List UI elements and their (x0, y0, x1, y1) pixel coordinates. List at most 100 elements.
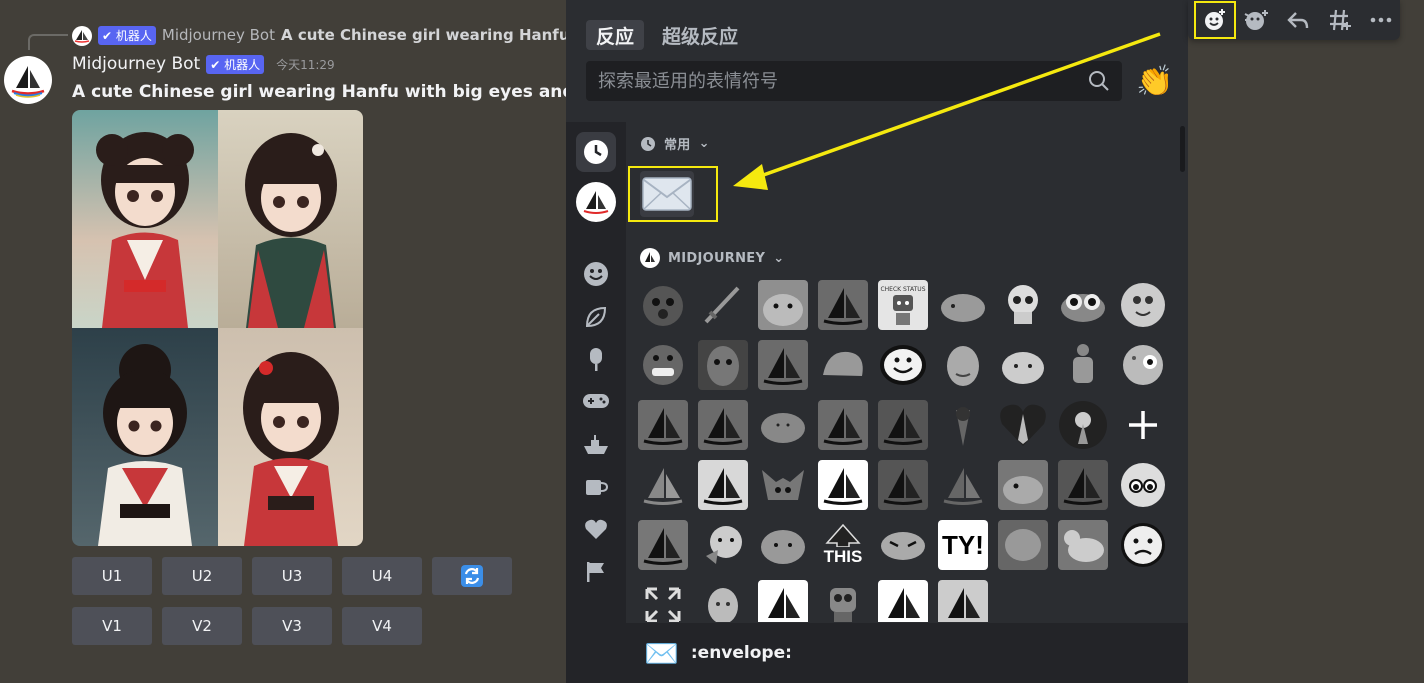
emoji-robot[interactable] (818, 580, 868, 622)
reply-button[interactable] (1279, 3, 1317, 37)
emoji-muscle-man[interactable] (1058, 340, 1108, 390)
emoji-midjourney-boat[interactable] (818, 280, 868, 330)
emoji-midjourney-boat[interactable] (938, 580, 988, 622)
v2-button[interactable]: V2 (162, 607, 242, 645)
emoji-plague-circle[interactable] (1058, 400, 1108, 450)
emoji-frown[interactable] (1118, 520, 1168, 570)
emoji-smile[interactable] (878, 340, 928, 390)
emoji-melting[interactable] (818, 340, 868, 390)
section-frequent[interactable]: 常用 ⌄ (640, 134, 710, 153)
emoji-goose[interactable] (1058, 520, 1108, 570)
midjourney-server-icon (640, 248, 660, 268)
emoji-midjourney-boat[interactable] (818, 400, 868, 450)
u3-button[interactable]: U3 (252, 557, 332, 595)
emoji-check-status[interactable]: CHECK STATUS (878, 280, 928, 330)
emoji-face-dark[interactable] (698, 340, 748, 390)
recent-emoji-envelope[interactable] (628, 166, 718, 222)
emoji-ghost[interactable] (1118, 280, 1168, 330)
reply-author[interactable]: Midjourney Bot (162, 26, 275, 44)
emoji-midjourney-boat[interactable] (878, 460, 928, 510)
midjourney-server-icon[interactable] (576, 182, 616, 222)
emoji-midjourney-boat-light[interactable] (638, 460, 688, 510)
emoji-midjourney-boat[interactable] (758, 580, 808, 622)
tab-super-reactions[interactable]: 超级反应 (652, 20, 748, 50)
u2-button[interactable]: U2 (162, 557, 242, 595)
emoji-midjourney-boat-gray[interactable] (938, 460, 988, 510)
image-tile (217, 328, 363, 546)
emoji-thinking[interactable] (698, 520, 748, 570)
emoji-blob[interactable] (638, 280, 688, 330)
chevron-down-icon: ⌄ (773, 250, 785, 266)
emoji-dog[interactable] (758, 280, 808, 330)
emoji-bat[interactable] (758, 460, 808, 510)
clock-icon[interactable] (576, 132, 616, 172)
emoji-midjourney-boat[interactable] (698, 400, 748, 450)
emoji-heart-mask[interactable] (998, 400, 1048, 450)
emoji-potato[interactable] (758, 400, 808, 450)
skin-tone-selector[interactable]: 👏 (1136, 64, 1173, 99)
emoji-annoyed[interactable] (878, 520, 928, 570)
emoji-blob-grey[interactable] (758, 520, 808, 570)
emoji-midjourney-boat[interactable] (638, 520, 688, 570)
emoji-midjourney-boat[interactable] (878, 400, 928, 450)
u1-button[interactable]: U1 (72, 557, 152, 595)
reroll-button[interactable] (432, 557, 512, 595)
reply-text[interactable]: A cute Chinese girl wearing Hanfu w (281, 26, 589, 44)
emoji-search-input[interactable] (598, 70, 1088, 92)
gamepad-icon[interactable] (576, 381, 616, 421)
emoji-frog-eyes[interactable] (1058, 280, 1108, 330)
emoji-midjourney-boat[interactable] (818, 460, 868, 510)
emoji-this[interactable]: THIS (818, 520, 868, 570)
emoji-face-plain[interactable] (938, 340, 988, 390)
heart-icon[interactable] (576, 509, 616, 549)
smiley-icon[interactable] (576, 254, 616, 294)
coffee-icon[interactable] (576, 467, 616, 507)
emoji-midjourney-boat[interactable] (1058, 460, 1108, 510)
image-tile (217, 110, 363, 328)
bot-badge: ✔ 机器人 (98, 25, 156, 45)
emoji-search[interactable] (586, 61, 1122, 101)
section-midjourney[interactable]: MIDJOURNEY ⌄ (640, 248, 784, 268)
emoji-grin[interactable] (638, 340, 688, 390)
add-reaction-button[interactable] (1194, 1, 1236, 39)
emoji-sword[interactable] (698, 280, 748, 330)
boat-icon[interactable] (576, 424, 616, 464)
super-reaction-icon (1244, 10, 1269, 30)
u4-button[interactable]: U4 (342, 557, 422, 595)
author-name[interactable]: Midjourney Bot (72, 54, 200, 74)
emoji-ty[interactable]: TY! (938, 520, 988, 570)
message-header: Midjourney Bot ✔ 机器人 今天11:29 (72, 54, 335, 74)
reply-preview[interactable]: ✔ 机器人 Midjourney Bot A cute Chinese girl… (98, 24, 589, 46)
emoji-expand[interactable] (638, 580, 688, 622)
emoji-cookie[interactable] (1118, 340, 1168, 390)
emoji-plague-doctor[interactable] (938, 400, 988, 450)
v3-button[interactable]: V3 (252, 607, 332, 645)
envelope-icon (640, 171, 694, 217)
emoji-blurry[interactable] (998, 520, 1048, 570)
emoji-midjourney-boat[interactable] (638, 400, 688, 450)
flag-icon[interactable] (576, 552, 616, 592)
create-thread-button[interactable] (1321, 3, 1359, 37)
avatar[interactable] (4, 56, 52, 104)
emoji-midjourney-boat[interactable] (698, 460, 748, 510)
emoji-scrollbar[interactable] (1180, 126, 1185, 172)
emoji-worried[interactable] (1118, 460, 1168, 510)
leaf-icon[interactable] (576, 297, 616, 337)
super-reaction-button[interactable] (1238, 3, 1276, 37)
more-button[interactable] (1362, 3, 1400, 37)
add-emoji-button[interactable] (1118, 400, 1168, 450)
emoji-cat[interactable] (938, 280, 988, 330)
reply-avatar[interactable] (72, 26, 92, 46)
emoji-midjourney-boat[interactable] (878, 580, 928, 622)
v1-button[interactable]: V1 (72, 607, 152, 645)
emoji-midjourney-boat[interactable] (758, 340, 808, 390)
emoji-pig[interactable] (998, 340, 1048, 390)
tab-reactions[interactable]: 反应 (586, 20, 645, 50)
popsicle-icon[interactable] (576, 339, 616, 379)
generated-image-grid[interactable] (72, 110, 363, 546)
emoji-head-bald[interactable] (698, 580, 748, 622)
v4-button[interactable]: V4 (342, 607, 422, 645)
upscale-buttons: U1 U2 U3 U4 (72, 557, 512, 595)
emoji-dragon[interactable] (998, 460, 1048, 510)
emoji-skull[interactable] (998, 280, 1048, 330)
